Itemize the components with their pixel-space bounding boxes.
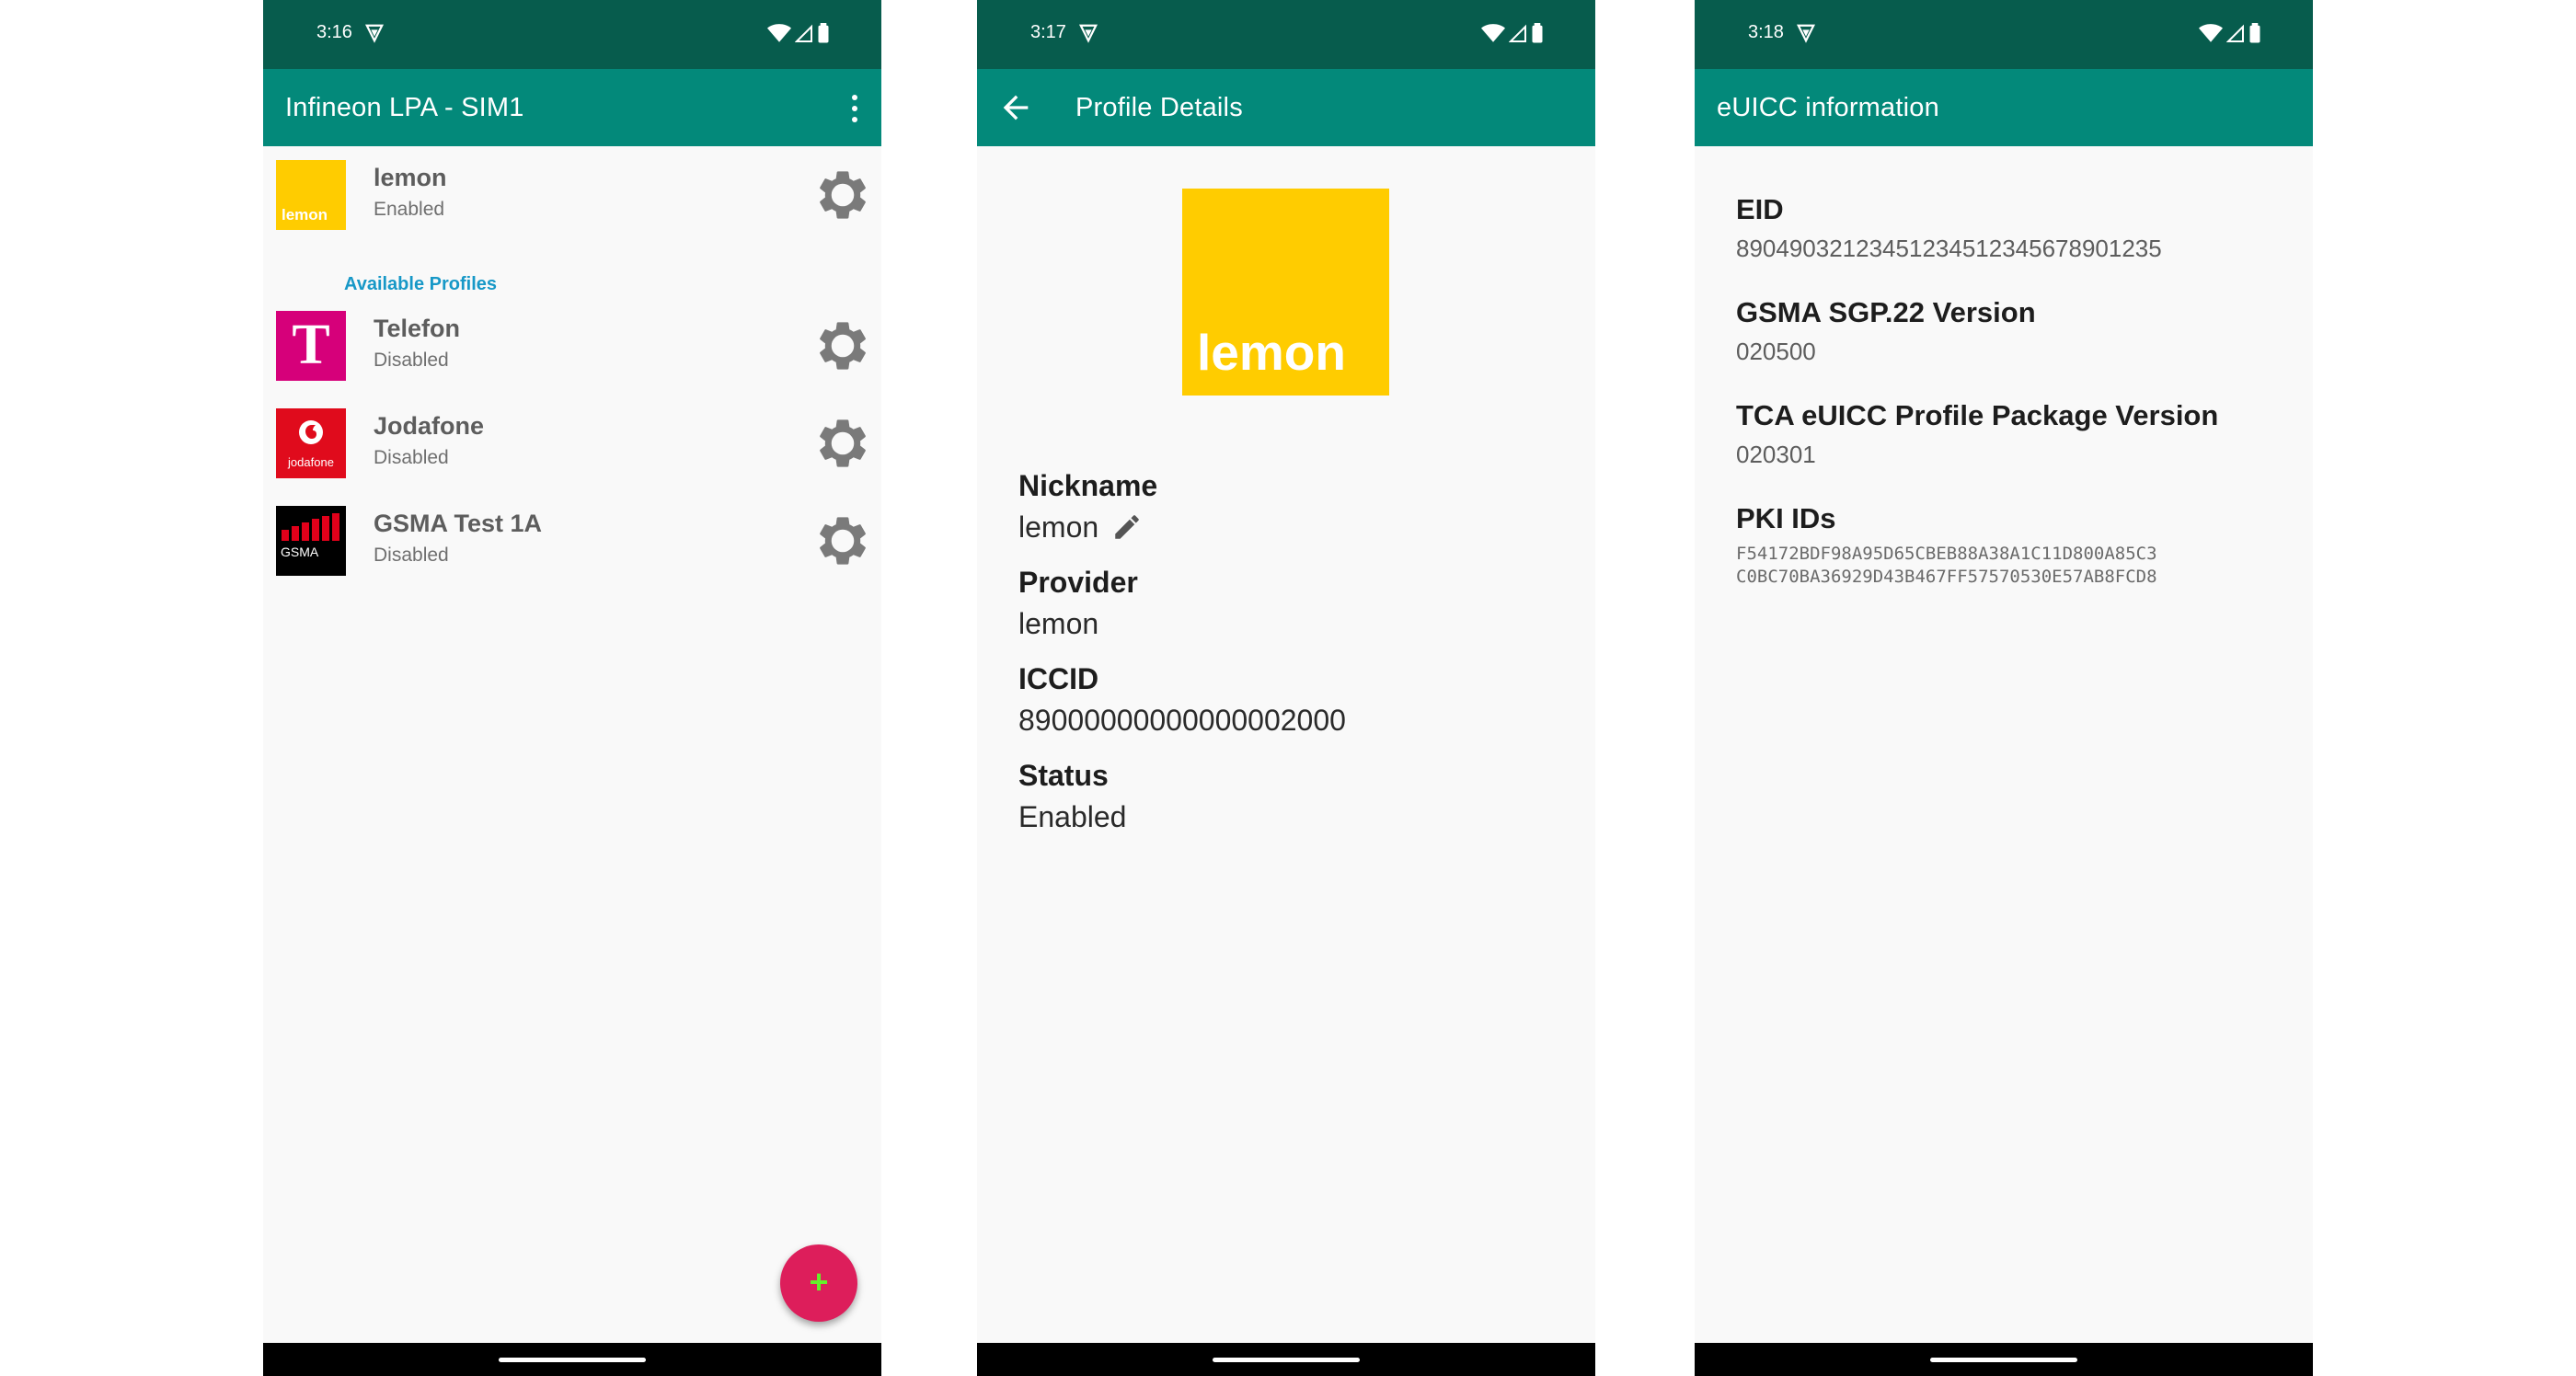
profile-status: Enabled [374,199,445,220]
battery-icon [2249,23,2260,43]
tca-version-value: 020301 [1736,441,1816,468]
status-value: Enabled [1018,800,1127,833]
app-bar: Profile Details [977,69,1595,146]
wifi-icon [1481,24,1505,42]
app-bar: eUICC information [1695,69,2313,146]
euicc-info-screen: 3:18 eUICC information EID 8904903212345… [1695,0,2313,1376]
battery-icon [818,23,829,43]
profile-status: Disabled [374,447,449,468]
vpn-key-icon [1796,24,1816,43]
pki-id-value: C0BC70BA36929D43B467FF57570530E57AB8FCD8 [1736,567,2157,587]
overflow-menu-icon[interactable] [850,95,859,122]
pki-id-value: F54172BDF98A95D65CBEB88A38A1C11D800A85C3 [1736,544,2157,564]
iccid-label: ICCID [1018,662,1099,695]
gsma-bars-icon [282,513,339,541]
status-icons [767,23,830,43]
pki-ids-label: PKI IDs [1736,502,1836,534]
jodafone-logo: jodafone [276,408,346,478]
jodafone-logo-text: jodafone [288,455,334,469]
gsma-logo: GSMA [276,506,346,576]
lemon-logo: lemon [276,160,346,230]
available-profiles-header: Available Profiles [344,274,497,294]
status-label: Status [1018,759,1109,792]
sgp22-version-value: 020500 [1736,338,1816,365]
gsma-logo-text: GSMA [281,545,319,559]
profile-list-screen: 3:16 Infineon LPA - SIM1 lemon lemon Ena… [263,0,881,1376]
app-title: Profile Details [1075,93,1243,122]
app-bar: Infineon LPA - SIM1 [263,69,881,146]
app-title: Infineon LPA - SIM1 [285,93,524,122]
profile-name: lemon [374,164,447,191]
status-icons [2199,23,2261,43]
telefon-logo-text: T [292,314,330,376]
nickname-label: Nickname [1018,469,1158,502]
status-bar: 3:16 [263,0,881,69]
battery-icon [1532,23,1543,43]
gesture-handle[interactable] [499,1358,646,1362]
wifi-icon [767,24,791,42]
lemon-logo-text: lemon [1197,324,1346,381]
status-time: 3:18 [1748,22,1784,42]
telefon-logo: T [276,311,346,381]
profile-row-gsma[interactable]: GSMA GSMA Test 1A Disabled [276,506,868,589]
eid-value: 89049032123451234512345678901235 [1736,235,2162,262]
wifi-icon [2199,24,2223,42]
settings-gear-icon[interactable] [813,166,872,224]
settings-gear-icon[interactable] [813,414,872,473]
status-icons [1481,23,1544,43]
profile-name: GSMA Test 1A [374,510,543,537]
signal-icon [2226,24,2244,42]
profile-status: Disabled [374,545,449,566]
profile-name: Telefon [374,315,460,342]
profile-row-telefon[interactable]: T Telefon Disabled [276,311,868,394]
gesture-handle[interactable] [1213,1358,1360,1362]
settings-gear-icon[interactable] [813,316,872,375]
sgp22-version-label: GSMA SGP.22 Version [1736,296,2036,328]
status-time: 3:17 [1030,22,1066,42]
profile-details-screen: 3:17 Profile Details lemon Nickname lemo… [977,0,1595,1376]
signal-icon [795,24,812,42]
provider-value: lemon [1018,607,1099,640]
nav-bar [977,1343,1595,1376]
vpn-key-icon [364,24,385,43]
lemon-logo-text: lemon [282,206,328,224]
nav-bar [1695,1343,2313,1376]
provider-label: Provider [1018,566,1138,599]
app-title: eUICC information [1717,93,1939,122]
gesture-handle[interactable] [1930,1358,2077,1362]
iccid-value: 89000000000000002000 [1018,704,1346,737]
settings-gear-icon[interactable] [813,511,872,570]
profile-name: Jodafone [374,412,485,440]
profile-row-jodafone[interactable]: jodafone Jodafone Disabled [276,408,868,491]
enabled-profile-row[interactable]: lemon lemon Enabled [276,160,868,243]
jodafone-speechmark-icon [299,420,323,444]
signal-icon [1509,24,1526,42]
back-arrow-icon[interactable] [997,89,1034,126]
status-time: 3:16 [316,22,352,42]
profile-status: Disabled [374,350,449,371]
nav-bar [263,1343,881,1376]
status-bar: 3:17 [977,0,1595,69]
vpn-key-icon [1078,24,1098,43]
nickname-value: lemon [1018,510,1099,544]
add-icon: + [809,1263,829,1301]
tca-version-label: TCA eUICC Profile Package Version [1736,399,2219,431]
eid-label: EID [1736,193,1784,225]
lemon-logo-large: lemon [1182,189,1389,396]
status-bar: 3:18 [1695,0,2313,69]
add-profile-button[interactable]: + [780,1244,857,1322]
edit-pencil-icon[interactable] [1111,511,1143,543]
